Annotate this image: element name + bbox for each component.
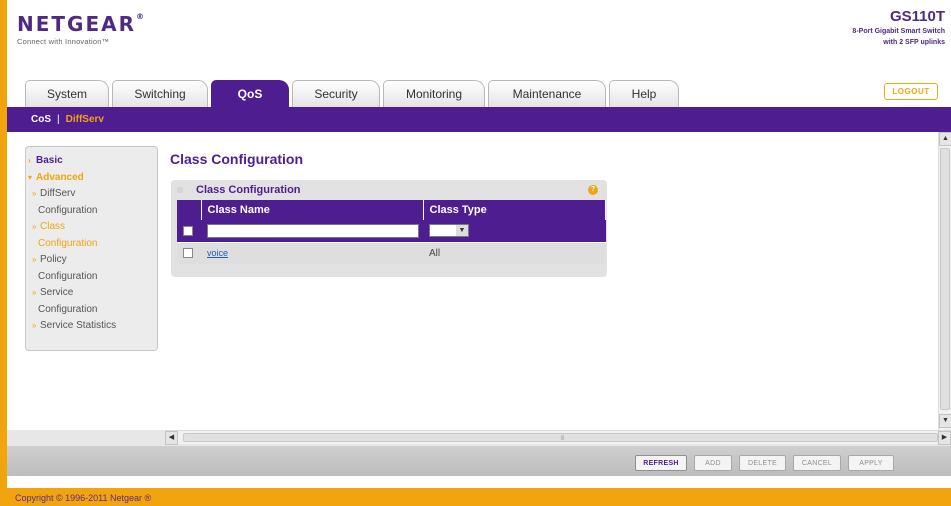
main-tabs: System Switching QoS Security Monitoring… bbox=[25, 80, 682, 107]
button-bar: REFRESH ADD DELETE CANCEL APPLY bbox=[7, 446, 951, 476]
scroll-left-icon[interactable]: ◀ bbox=[165, 431, 178, 445]
horizontal-scroll-thumb[interactable]: ||| bbox=[183, 433, 938, 442]
chevron-down-icon: ▾ bbox=[28, 172, 33, 182]
tab-maintenance[interactable]: Maintenance bbox=[488, 80, 606, 107]
leftnav-policy-configuration[interactable]: » Policy bbox=[28, 252, 157, 269]
class-name-input[interactable] bbox=[207, 223, 419, 238]
select-column-header bbox=[177, 200, 202, 220]
page-title: Class Configuration bbox=[170, 151, 304, 167]
tab-switching[interactable]: Switching bbox=[112, 80, 208, 107]
tab-security[interactable]: Security bbox=[292, 80, 380, 107]
brand-tagline: Connect with Innovation™ bbox=[17, 37, 110, 46]
panel-title: Class Configuration bbox=[196, 184, 301, 196]
scroll-right-icon[interactable]: ▶ bbox=[938, 431, 951, 445]
content-area: › Basic ▾ Advanced » DiffServ Configuration… bbox=[7, 132, 951, 446]
app-window: NETGEAR® Connect with Innovation™ GS110T… bbox=[7, 0, 951, 488]
tab-help[interactable]: Help bbox=[609, 80, 679, 107]
leftnav-advanced[interactable]: ▾ Advanced bbox=[28, 170, 157, 187]
logout-button[interactable]: LOGOUT bbox=[884, 83, 938, 100]
bullet-arrow-icon: » bbox=[32, 255, 37, 264]
sub-navigation: CoS | DiffServ bbox=[7, 107, 951, 132]
panel-header: Class Configuration ? bbox=[171, 180, 607, 200]
page-body: › Basic ▾ Advanced » DiffServ Configuration… bbox=[7, 132, 938, 430]
product-model: GS110T bbox=[889, 8, 945, 25]
table-input-row: ▼ bbox=[177, 220, 606, 242]
bullet-arrow-icon: » bbox=[32, 222, 37, 231]
row-checkbox[interactable] bbox=[183, 248, 193, 259]
bullet-arrow-icon: » bbox=[32, 288, 37, 297]
chevron-down-icon: ▼ bbox=[456, 225, 468, 237]
class-name-header: Class Name bbox=[201, 200, 424, 220]
subnav-diffserv[interactable]: DiffServ bbox=[66, 114, 104, 125]
class-configuration-panel: Class Configuration ? Class Name Class T… bbox=[171, 180, 607, 277]
tab-monitoring[interactable]: Monitoring bbox=[383, 80, 485, 107]
class-type-header: Class Type bbox=[423, 200, 606, 220]
product-info: GS110T 8-Port Gigabit Smart Switch with … bbox=[852, 8, 945, 47]
class-table: Class Name Class Type ▼ voice All bbox=[177, 200, 606, 264]
bullet-arrow-icon: » bbox=[32, 321, 37, 330]
product-description-line2: with 2 SFP uplinks bbox=[883, 39, 945, 46]
add-button[interactable]: ADD bbox=[694, 455, 732, 471]
subnav-cos[interactable]: CoS bbox=[31, 114, 51, 125]
class-type-value: All bbox=[423, 241, 606, 264]
scroll-down-icon[interactable]: ▼ bbox=[939, 414, 951, 428]
help-icon[interactable]: ? bbox=[588, 185, 598, 195]
delete-button[interactable]: DELETE bbox=[739, 455, 786, 471]
cancel-button[interactable]: CANCEL bbox=[793, 455, 841, 471]
subnav-separator: | bbox=[57, 114, 60, 125]
leftnav-class-configuration-cont[interactable]: Configuration bbox=[28, 236, 157, 253]
panel-collapse-icon[interactable] bbox=[177, 187, 183, 193]
scroll-up-icon[interactable]: ▲ bbox=[939, 132, 951, 146]
tab-system[interactable]: System bbox=[25, 80, 109, 107]
leftnav-policy-configuration-cont[interactable]: Configuration bbox=[28, 269, 157, 286]
leftnav-service-configuration[interactable]: » Service bbox=[28, 285, 157, 302]
vertical-scrollbar[interactable]: ▲ ▼ bbox=[938, 132, 951, 430]
leftnav-service-statistics[interactable]: » Service Statistics bbox=[28, 318, 157, 335]
table-row: voice All bbox=[177, 241, 606, 264]
grip-icon: ||| bbox=[560, 435, 565, 441]
brand-mark: ® bbox=[136, 12, 144, 21]
leftnav-service-configuration-cont[interactable]: Configuration bbox=[28, 302, 157, 319]
product-description-line1: 8-Port Gigabit Smart Switch bbox=[852, 28, 945, 35]
tab-qos[interactable]: QoS bbox=[211, 80, 289, 107]
table-header-row: Class Name Class Type bbox=[177, 200, 606, 220]
leftnav-class-configuration[interactable]: » Class bbox=[28, 219, 157, 236]
footer-copyright: Copyright © 1996-2011 Netgear ® bbox=[7, 488, 951, 506]
bullet-arrow-icon: » bbox=[32, 189, 37, 198]
refresh-button[interactable]: REFRESH bbox=[635, 455, 687, 471]
vertical-scroll-thumb[interactable] bbox=[940, 148, 950, 410]
class-name-link[interactable]: voice bbox=[207, 248, 228, 258]
apply-button[interactable]: APPLY bbox=[848, 455, 894, 471]
class-type-select[interactable]: ▼ bbox=[429, 224, 469, 238]
leftnav-diffserv-configuration-cont[interactable]: Configuration bbox=[28, 203, 157, 220]
horizontal-scrollbar[interactable]: ◀ ||| ▶ bbox=[165, 430, 951, 445]
brand-name: NETGEAR bbox=[17, 12, 136, 36]
input-row-checkbox[interactable] bbox=[183, 225, 193, 236]
chevron-right-icon: › bbox=[28, 156, 31, 165]
left-navigation: › Basic ▾ Advanced » DiffServ Configuration… bbox=[25, 146, 158, 351]
leftnav-diffserv-configuration[interactable]: » DiffServ bbox=[28, 186, 157, 203]
leftnav-basic[interactable]: › Basic bbox=[28, 153, 157, 170]
netgear-logo: NETGEAR® Connect with Innovation™ bbox=[17, 12, 144, 46]
